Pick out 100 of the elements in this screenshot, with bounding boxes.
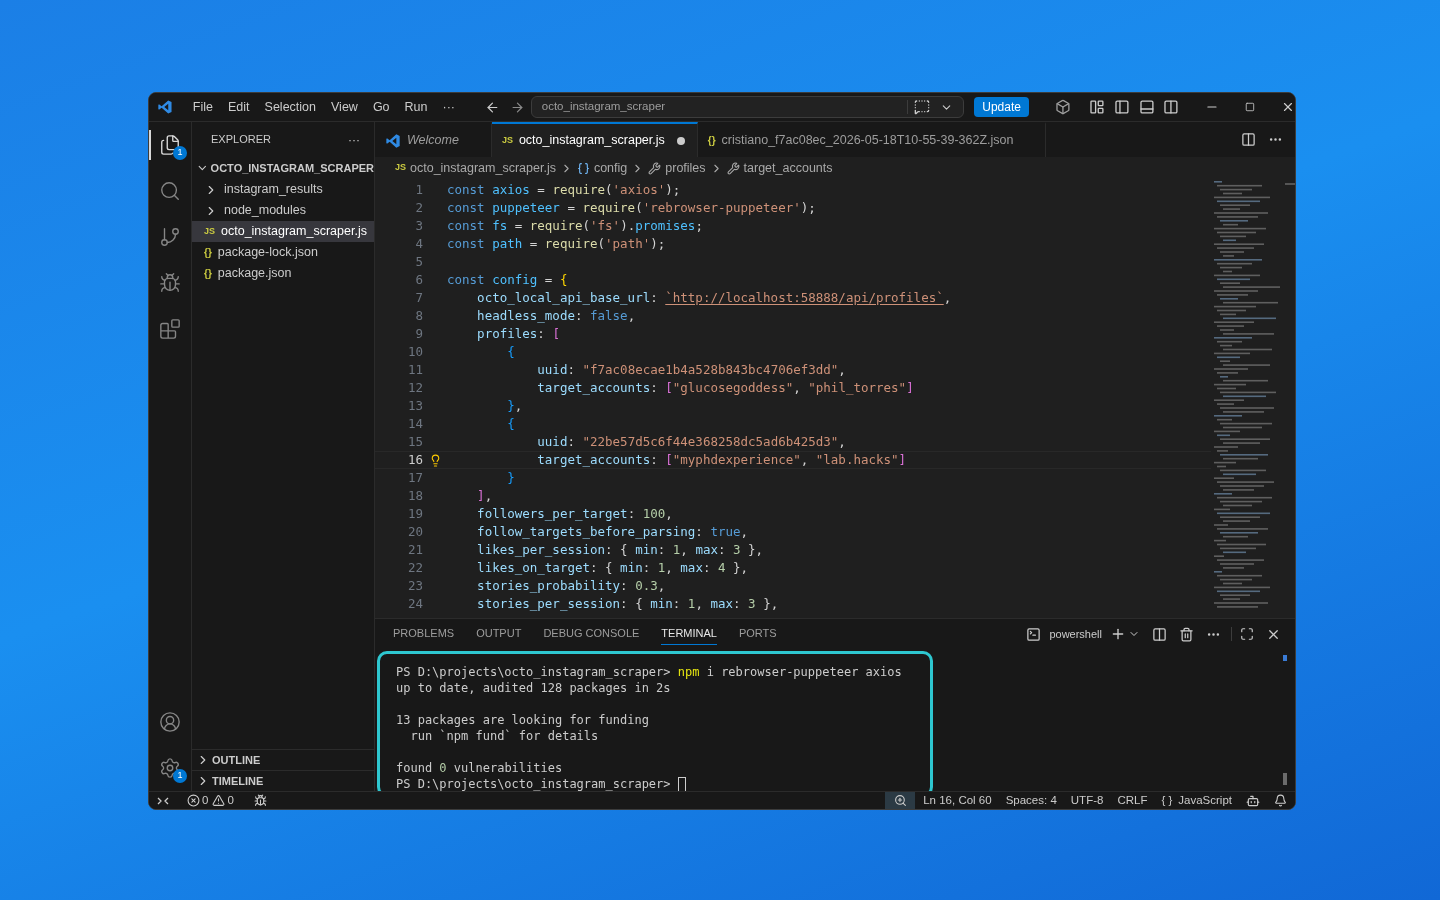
bug-icon[interactable] xyxy=(253,794,267,807)
vscode-icon xyxy=(385,132,401,149)
line-number: 14 xyxy=(406,414,423,433)
update-button[interactable]: Update xyxy=(974,97,1029,117)
code-line: { xyxy=(506,342,515,361)
terminal-line: run `npm fund` for details xyxy=(409,728,599,745)
code-line: followers_per_target: 100, xyxy=(476,504,673,523)
panel-tab[interactable]: PORTS xyxy=(738,623,777,645)
robot-icon[interactable] xyxy=(1246,793,1260,808)
code-line: target_accounts: ["glucosegoddess", "phil_torres"] xyxy=(536,378,914,397)
menu-item[interactable]: View xyxy=(325,97,364,117)
js-file-icon: JS xyxy=(204,224,215,239)
code-line: profiles: [ xyxy=(476,324,560,343)
line-number: 17 xyxy=(406,468,423,487)
code-line: const config = { xyxy=(447,270,568,289)
code-line: { xyxy=(506,414,515,433)
breadcrumb-item[interactable]: config xyxy=(576,158,628,178)
sidebar-toggle-icon[interactable] xyxy=(1113,99,1130,115)
terminal-line: PS D:\projects\octo_instagram_scraper> npm i rebrowser-puppeteer axios xyxy=(396,664,902,681)
file-tree-item[interactable]: {} package-lock.json xyxy=(192,242,374,263)
file-tree-item[interactable]: {} package.json xyxy=(192,263,374,284)
breadcrumb-item[interactable]: profiles xyxy=(648,158,706,178)
menu-item[interactable]: Selection xyxy=(258,97,322,117)
code-line: const axios = require('axios'); xyxy=(447,180,681,199)
editor-tab[interactable]: {} cristiano_f7ac08ec_2026-05-18T10-55-39-362Z.json xyxy=(697,122,1047,157)
terminal-line: up to date, audited 128 packages in 2s xyxy=(396,680,671,697)
panel-toggle-icon[interactable] xyxy=(1138,99,1155,115)
settings-icon[interactable] xyxy=(159,757,181,779)
editor-tab[interactable]: JS octo_instagram_scraper.js xyxy=(491,122,698,157)
code-line: } xyxy=(506,468,515,487)
bell-icon[interactable] xyxy=(1274,794,1287,807)
files-icon[interactable] xyxy=(159,134,181,156)
code-line: const puppeteer = require('rebrowser-puppeteer'); xyxy=(447,198,816,217)
breadcrumb-item[interactable]: JS octo_instagram_scraper.js xyxy=(395,158,556,178)
line-number: 22 xyxy=(406,558,423,577)
zoom-in-icon xyxy=(893,794,907,807)
scrollbar[interactable] xyxy=(1283,655,1287,661)
maximize-panel-icon[interactable] xyxy=(1240,627,1254,641)
breadcrumb-item[interactable]: target_accounts xyxy=(726,158,833,178)
split-icon[interactable] xyxy=(1163,99,1180,115)
section-header[interactable]: OUTLINE xyxy=(192,749,374,770)
code-line: ], xyxy=(476,486,493,505)
json-file-icon: {} xyxy=(204,245,212,260)
editor-tab[interactable]: Welcome xyxy=(375,122,492,157)
line-number: 1 xyxy=(414,180,423,199)
cursor-position[interactable]: Ln 16, Col 60 xyxy=(923,791,992,809)
bug-icon[interactable] xyxy=(159,272,181,294)
code-line: likes_on_target: { min: 1, max: 4 }, xyxy=(476,558,749,577)
folder-header[interactable]: OCTO_INSTAGRAM_SCRAPER xyxy=(192,157,374,179)
search-icon[interactable] xyxy=(159,180,181,202)
line-number: 21 xyxy=(406,540,423,559)
line-number: 8 xyxy=(414,306,423,325)
line-number: 20 xyxy=(406,522,423,541)
menu-item[interactable]: File xyxy=(186,97,219,117)
file-tree-item[interactable]: instagram_results xyxy=(192,179,374,200)
line-ending[interactable]: CRLF xyxy=(1117,791,1148,809)
encoding[interactable]: UTF-8 xyxy=(1070,791,1104,809)
close-icon[interactable] xyxy=(1281,100,1295,114)
branch-icon[interactable] xyxy=(159,226,181,248)
code-line: likes_per_session: { min: 1, max: 3 }, xyxy=(476,540,764,559)
account-icon[interactable] xyxy=(159,711,181,733)
warning-icon xyxy=(212,794,226,807)
code-line: target_accounts: ["myphdexperience", "lab.hacks"] xyxy=(536,450,907,469)
code-line: }, xyxy=(506,396,523,415)
menu-item[interactable]: ··· xyxy=(436,97,461,117)
layout-icon[interactable] xyxy=(1088,99,1105,115)
cube-icon[interactable] xyxy=(1055,99,1071,115)
menu-item[interactable]: Edit xyxy=(222,97,256,117)
terminal-icon xyxy=(1026,626,1042,642)
scrollbar[interactable] xyxy=(1283,773,1287,785)
file-tree-item[interactable]: node_modules xyxy=(192,200,374,221)
blocks-icon[interactable] xyxy=(159,318,181,340)
split-terminal-icon[interactable] xyxy=(1152,626,1167,642)
command-center[interactable]: octo_instagram_scraper xyxy=(530,96,965,118)
menu-item[interactable]: Run xyxy=(398,97,434,117)
terminal-profile[interactable]: powershell xyxy=(1049,625,1102,643)
split-editor-icon[interactable] xyxy=(1241,132,1256,147)
more-actions[interactable]: ··· xyxy=(348,130,360,149)
code-line: stories_per_session: { min: 1, max: 3 }, xyxy=(476,594,779,613)
menu-item[interactable]: Go xyxy=(366,97,396,117)
problems-button[interactable]: 0 0 xyxy=(187,791,234,809)
file-tree-item[interactable]: JS octo_instagram_scraper.js xyxy=(192,221,374,242)
line-number: 15 xyxy=(406,432,423,451)
scrollbar[interactable] xyxy=(1285,183,1295,185)
panel-tab[interactable]: OUTPUT xyxy=(476,623,522,645)
vscode-logo xyxy=(157,99,173,115)
error-icon xyxy=(187,794,200,807)
zoom-button[interactable] xyxy=(885,792,916,809)
panel-tab[interactable]: PROBLEMS xyxy=(393,623,455,645)
code-line: stories_probability: 0.3, xyxy=(476,576,666,595)
terminal-line: found 0 vulnerabilities xyxy=(396,760,563,777)
line-number: 6 xyxy=(414,270,423,289)
language-mode[interactable]: JavaScript xyxy=(1178,791,1232,809)
panel-tab[interactable]: TERMINAL xyxy=(661,623,717,645)
line-number: 5 xyxy=(414,252,423,271)
add-icon[interactable] xyxy=(1110,626,1126,642)
panel-tab[interactable]: DEBUG CONSOLE xyxy=(543,623,640,645)
indentation[interactable]: Spaces: 4 xyxy=(1005,791,1057,809)
maximize-icon[interactable] xyxy=(1245,102,1256,112)
trash-icon[interactable] xyxy=(1179,626,1194,642)
